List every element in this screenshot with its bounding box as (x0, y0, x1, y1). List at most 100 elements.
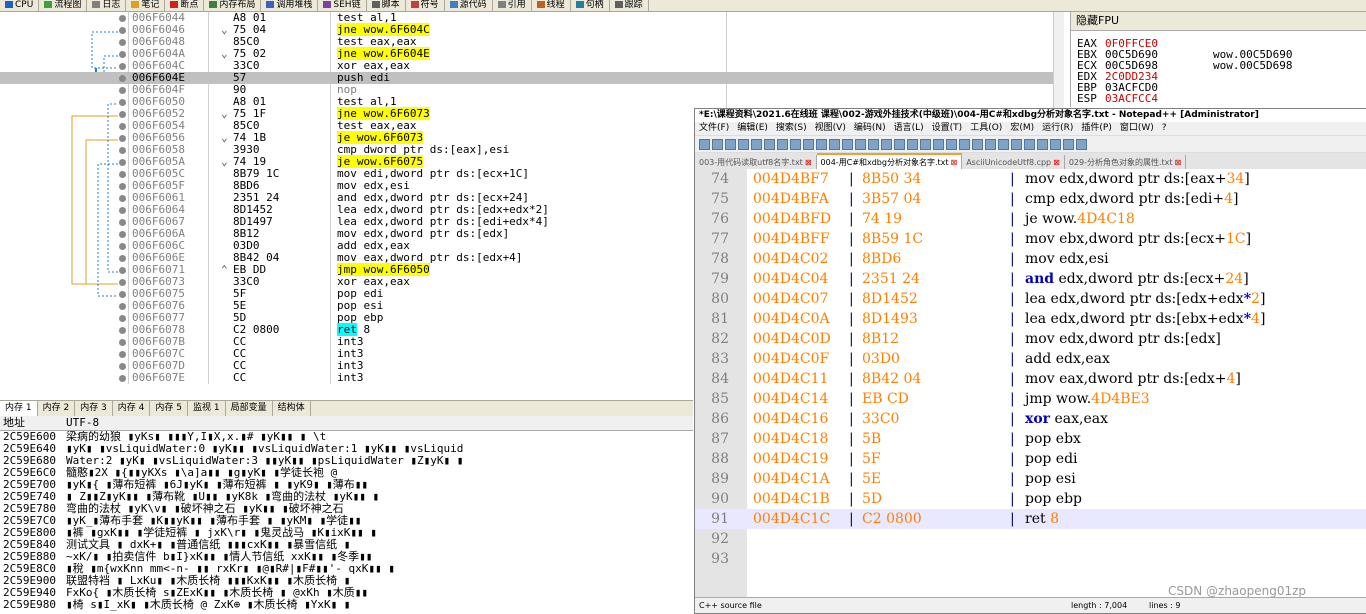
breakpoint-dot-icon[interactable] (119, 171, 126, 178)
breakpoint-dot-icon[interactable] (119, 315, 126, 322)
toolbar-tab-0[interactable]: CPU (0, 0, 40, 11)
print-icon[interactable] (777, 139, 788, 150)
memory-tab-6[interactable]: 局部变量 (226, 401, 273, 416)
editor-line[interactable]: 80 004D4C07 | 8D1452 | lea edx,dword ptr ds:[… (695, 289, 1366, 309)
run-macro-icon[interactable] (1063, 139, 1074, 150)
editor-line[interactable]: 75 004D4BFA | 3B57 04 | cmp edx,dword ptr ds:… (695, 189, 1366, 209)
toolbar-tab-5[interactable]: 内存布局 (204, 0, 262, 11)
editor-line[interactable]: 76 004D4BFD | 74 19 | je wow.4D4C18 (695, 209, 1366, 229)
breakpoint-dot-icon[interactable] (119, 351, 126, 358)
menu-item-11[interactable]: 窗口(W) (1120, 123, 1154, 133)
redo-icon[interactable] (842, 139, 853, 150)
breakpoint-dot-icon[interactable] (119, 75, 126, 82)
editor-line[interactable]: 90 004D4C1B | 5D | pop ebp (695, 489, 1366, 509)
editor-line[interactable]: 86 004D4C16 | 33C0 | xor eax,eax (695, 409, 1366, 429)
toolbar-tab-2[interactable]: 日志 (87, 0, 127, 11)
cut-icon[interactable] (790, 139, 801, 150)
menu-item-3[interactable]: 视图(V) (815, 123, 846, 133)
monitor-icon[interactable] (1011, 139, 1022, 150)
sync-scroll-icon[interactable] (907, 139, 918, 150)
toolbar-tab-4[interactable]: 断点 (165, 0, 205, 11)
breakpoint-dot-icon[interactable] (119, 111, 126, 118)
menu-item-2[interactable]: 搜索(S) (776, 123, 807, 133)
toolbar-tab-9[interactable]: 符号 (406, 0, 445, 11)
editor-line[interactable]: 88 004D4C19 | 5F | pop edi (695, 449, 1366, 469)
register-esp[interactable]: ESP 03ACFCC4 (1077, 93, 1213, 105)
open-file-icon[interactable] (712, 139, 723, 150)
memory-tab-5[interactable]: 监视 1 (188, 401, 226, 416)
memory-tab-1[interactable]: 内存 2 (38, 401, 76, 416)
show-all-chars-icon[interactable] (933, 139, 944, 150)
editor-line[interactable]: 87 004D4C18 | 5B | pop ebx (695, 429, 1366, 449)
toolbar-tab-14[interactable]: 跟踪 (610, 0, 649, 11)
close-tab-icon[interactable]: ⊠ (1175, 158, 1182, 167)
editor-line[interactable]: 91 004D4C1C | C2 0800 | ret 8 (695, 509, 1366, 529)
editor-line[interactable]: 78 004D4C02 | 8BD6 | mov edx,esi (695, 249, 1366, 269)
editor-line[interactable]: 85 004D4C14 | EB CD | jmp wow.4D4BE3 (695, 389, 1366, 409)
breakpoint-dot-icon[interactable] (119, 63, 126, 70)
breakpoint-dot-icon[interactable] (119, 339, 126, 346)
breakpoint-dot-icon[interactable] (119, 267, 126, 274)
save-all-icon[interactable] (738, 139, 749, 150)
memory-dump[interactable]: 2C59E600 梁病的幼狼 ▮yKs▮ ▮▮▮Y,I▮X,x.▮# ▮yK▮▮ … (0, 431, 693, 612)
breakpoint-dot-icon[interactable] (119, 231, 126, 238)
menu-item-12[interactable]: ? (1162, 123, 1167, 133)
toolbar-tab-12[interactable]: 线程 (532, 0, 571, 11)
breakpoint-dot-icon[interactable] (119, 291, 126, 298)
memory-row[interactable]: 2C59E980 ▮椅 s▮I_xK▮ ▮木质长椅 @ ZxK⊕ ▮木质长椅 ▮Y… (0, 599, 693, 611)
breakpoint-dot-icon[interactable] (119, 159, 126, 166)
breakpoint-dot-icon[interactable] (119, 51, 126, 58)
close-tab-icon[interactable]: ⊠ (805, 158, 812, 167)
close-tab-icon[interactable]: ⊠ (1053, 158, 1060, 167)
memory-tab-4[interactable]: 内存 5 (150, 401, 188, 416)
breakpoint-dot-icon[interactable] (119, 87, 126, 94)
breakpoint-dot-icon[interactable] (119, 195, 126, 202)
editor-line[interactable]: 77 004D4BFF | 8B59 1C | mov ebx,dword ptr ds:… (695, 229, 1366, 249)
stop-macro-icon[interactable] (1037, 139, 1048, 150)
toolbar-tab-1[interactable]: 流程图 (39, 0, 88, 11)
save-macro-icon[interactable] (1076, 139, 1087, 150)
toolbar-tab-8[interactable]: 脚本 (367, 0, 406, 11)
find-icon[interactable] (855, 139, 866, 150)
new-file-icon[interactable] (699, 139, 710, 150)
menu-item-10[interactable]: 插件(P) (1081, 123, 1111, 133)
memory-tab-3[interactable]: 内存 4 (113, 401, 151, 416)
breakpoint-dot-icon[interactable] (119, 183, 126, 190)
toolbar-tab-13[interactable]: 句柄 (571, 0, 610, 11)
toolbar-tab-3[interactable]: 笔记 (126, 0, 166, 11)
toolbar-tab-10[interactable]: 源代码 (445, 0, 493, 11)
breakpoint-dot-icon[interactable] (119, 123, 126, 130)
breakpoint-dot-icon[interactable] (119, 327, 126, 334)
copy-icon[interactable] (803, 139, 814, 150)
editor-line[interactable]: 89 004D4C1A | 5E | pop esi (695, 469, 1366, 489)
breakpoint-dot-icon[interactable] (119, 147, 126, 154)
breakpoint-dot-icon[interactable] (119, 135, 126, 142)
memory-tab-2[interactable]: 内存 3 (75, 401, 113, 416)
breakpoint-dot-icon[interactable] (119, 255, 126, 262)
zoom-out-icon[interactable] (894, 139, 905, 150)
doc-map-icon[interactable] (972, 139, 983, 150)
save-icon[interactable] (725, 139, 736, 150)
toolbar-tab-7[interactable]: SEH链 (318, 0, 367, 11)
menu-item-8[interactable]: 宏(M) (1010, 123, 1034, 133)
breakpoint-dot-icon[interactable] (119, 219, 126, 226)
toolbar-tab-11[interactable]: 引用 (493, 0, 532, 11)
editor-line[interactable]: 92 (695, 529, 1366, 549)
indent-guide-icon[interactable] (946, 139, 957, 150)
editor-line[interactable]: 79 004D4C04 | 2351 24 | and edx,dword ptr ds:… (695, 269, 1366, 289)
breakpoint-dot-icon[interactable] (119, 243, 126, 250)
record-macro-icon[interactable] (1024, 139, 1035, 150)
menu-item-7[interactable]: 工具(O) (970, 123, 1002, 133)
editor-line[interactable]: 83 004D4C0F | 03D0 | add edx,eax (695, 349, 1366, 369)
editor-area[interactable]: 74 004D4BF7 | 8B50 34 | mov edx,dword ptr ds:… (695, 169, 1366, 597)
editor-line[interactable]: 81 004D4C0A | 8D1493 | lea edx,dword ptr ds:[… (695, 309, 1366, 329)
breakpoint-dot-icon[interactable] (119, 99, 126, 106)
breakpoint-dot-icon[interactable] (119, 207, 126, 214)
breakpoint-dot-icon[interactable] (119, 27, 126, 34)
breakpoint-dot-icon[interactable] (119, 363, 126, 370)
paste-icon[interactable] (816, 139, 827, 150)
breakpoint-dot-icon[interactable] (119, 15, 126, 22)
editor-line[interactable]: 82 004D4C0D | 8B12 | mov edx,dword ptr ds:[ed… (695, 329, 1366, 349)
function-list-icon[interactable] (985, 139, 996, 150)
undo-icon[interactable] (829, 139, 840, 150)
